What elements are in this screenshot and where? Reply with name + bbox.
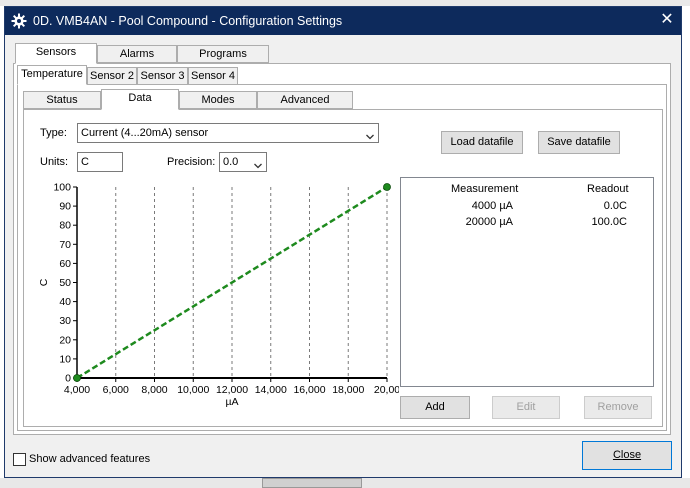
type-label: Type: [40, 127, 67, 139]
tab-temperature[interactable]: Temperature [17, 65, 87, 85]
tab-sensors[interactable]: Sensors [15, 43, 97, 64]
tab-sensor-3[interactable]: Sensor 3 [137, 67, 188, 85]
units-label: Units: [40, 156, 69, 168]
table-row[interactable]: 4000 µA 0.0C [401, 197, 653, 213]
y-tick-label: 100 [53, 182, 71, 194]
title-bar[interactable]: 0D. VMB4AN - Pool Compound - Configurati… [5, 7, 681, 35]
x-axis-label: µA [225, 396, 238, 408]
data-point [73, 374, 81, 382]
show-advanced-label[interactable]: Show advanced features [29, 453, 150, 465]
tab-advanced[interactable]: Advanced [257, 91, 353, 109]
x-tick-label: 10,000 [177, 384, 209, 396]
calibration-table[interactable]: Measurement Readout 4000 µA 0.0C 20000 µ… [400, 177, 654, 387]
chevron-down-icon [366, 129, 374, 140]
precision-select-value: 0.0 [223, 156, 239, 168]
close-button-label: Close [612, 449, 642, 461]
close-window-button[interactable]: ✕ [655, 9, 679, 31]
column-header-readout[interactable]: Readout [587, 183, 629, 195]
x-tick-label: 16,000 [293, 384, 325, 396]
tab-status[interactable]: Status [23, 91, 101, 109]
background-button [262, 478, 362, 488]
cell-measurement: 20000 µA [465, 216, 513, 228]
gear-icon [11, 13, 27, 29]
y-tick-label: 90 [59, 201, 71, 213]
calibration-chart: 0 10 20 30 40 50 60 70 80 90 100 4,000 6,000 8,000 10,… [38, 182, 399, 409]
x-tick-label: 18,000 [332, 384, 364, 396]
cell-measurement: 4000 µA [471, 200, 513, 212]
x-tick-label: 8,000 [141, 384, 167, 396]
add-button[interactable]: Add [400, 396, 470, 419]
remove-button[interactable]: Remove [584, 396, 652, 419]
column-header-measurement[interactable]: Measurement [451, 183, 518, 195]
x-tick-label: 4,000 [64, 384, 90, 396]
cell-readout: 0.0C [603, 200, 627, 212]
tab-modes[interactable]: Modes [179, 91, 257, 109]
table-row[interactable]: 20000 µA 100.0C [401, 213, 653, 229]
tab-data[interactable]: Data [101, 89, 179, 110]
type-select[interactable]: Current (4...20mA) sensor [77, 123, 379, 143]
precision-select[interactable]: 0.0 [219, 152, 267, 172]
precision-label: Precision: [167, 156, 216, 168]
tab-sensor-2[interactable]: Sensor 2 [87, 67, 137, 85]
close-button[interactable]: Close [582, 441, 672, 470]
x-tick-label: 12,000 [216, 384, 248, 396]
x-tick-label: 6,000 [103, 384, 129, 396]
tab-programs[interactable]: Programs [177, 45, 269, 63]
window-title: 0D. VMB4AN - Pool Compound - Configurati… [33, 14, 343, 28]
show-advanced-checkbox[interactable] [13, 453, 26, 466]
y-tick-label: 40 [59, 296, 71, 308]
units-input[interactable]: C [77, 152, 123, 172]
cell-readout: 100.0C [591, 216, 627, 228]
save-datafile-button[interactable]: Save datafile [538, 131, 620, 154]
type-select-value: Current (4...20mA) sensor [81, 127, 209, 139]
y-axis-label: C [38, 278, 50, 286]
y-tick-label: 0 [65, 373, 71, 385]
data-point [383, 183, 391, 191]
edit-button[interactable]: Edit [492, 396, 560, 419]
chevron-down-icon [254, 158, 262, 169]
x-tick-label: 14,000 [255, 384, 287, 396]
x-tick-label: 20,00 [374, 384, 399, 396]
tab-alarms[interactable]: Alarms [97, 45, 177, 63]
y-tick-label: 20 [59, 334, 71, 346]
configuration-window: 0D. VMB4AN - Pool Compound - Configurati… [4, 6, 682, 478]
y-tick-label: 70 [59, 239, 71, 251]
y-tick-label: 10 [59, 353, 71, 365]
y-tick-label: 30 [59, 315, 71, 327]
tab-sensor-4[interactable]: Sensor 4 [188, 67, 238, 85]
load-datafile-button[interactable]: Load datafile [441, 131, 523, 154]
y-tick-label: 50 [59, 277, 71, 289]
y-tick-label: 60 [59, 258, 71, 270]
y-tick-label: 80 [59, 220, 71, 232]
